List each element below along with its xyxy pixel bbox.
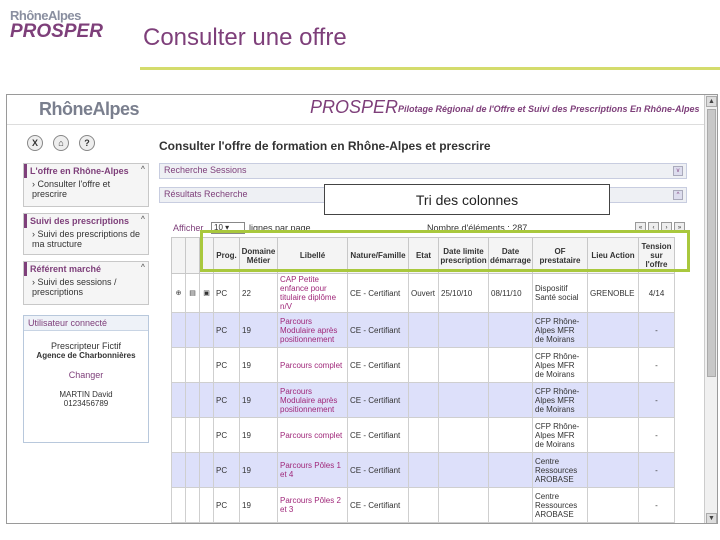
- table-row[interactable]: PC 19 Parcours Modulaire après positionn…: [171, 382, 675, 418]
- sidebar-group-suivi: Suivi des prescriptions ^ › Suivi des pre…: [23, 213, 149, 255]
- chevron-up-icon[interactable]: ^: [673, 190, 683, 200]
- scroll-down-icon[interactable]: ▼: [706, 513, 717, 523]
- offer-table: Prog. Domaine Métier Libellé Nature/Fami…: [171, 237, 675, 523]
- sidebar-item-consulter[interactable]: › Consulter l'offre et prescrire: [24, 178, 148, 200]
- chevron-up-icon[interactable]: ^: [141, 264, 145, 271]
- slide-title: Consulter une offre: [143, 24, 347, 51]
- table-row[interactable]: PC 19 Parcours complet CE - Certifiant C…: [171, 417, 675, 453]
- scroll-up-icon[interactable]: ▲: [706, 96, 717, 107]
- help-icon[interactable]: ?: [79, 135, 95, 151]
- scroll-thumb[interactable]: [707, 109, 716, 377]
- view-icon[interactable]: ⊕: [171, 273, 186, 313]
- user-panel-title: Utilisateur connecté: [24, 316, 148, 331]
- app-header-subtitle: Pilotage Régional de l'Offre et Suivi de…: [398, 104, 700, 114]
- user-agency: Agence de Charbonnières: [36, 351, 136, 360]
- app-window: RhôneAlpes PROSPER Pilotage Régional de …: [6, 94, 718, 524]
- slide-header: RhôneAlpes PROSPER Consulter une offre: [0, 0, 720, 70]
- sidebar-group-title: Suivi des prescriptions ^: [24, 214, 148, 228]
- column-highlight-box: [200, 230, 690, 272]
- app-header-region: RhôneAlpes: [39, 99, 140, 119]
- sidebar-group-title: L'offre en Rhône-Alpes ^: [24, 164, 148, 178]
- chevron-up-icon[interactable]: ^: [141, 166, 145, 173]
- change-link[interactable]: Changer: [24, 370, 148, 380]
- prescribe-icon[interactable]: ▣: [199, 273, 214, 313]
- chevron-up-icon[interactable]: ^: [141, 216, 145, 223]
- vertical-scrollbar[interactable]: ▲ ▼: [704, 95, 717, 523]
- page-title: Consulter l'offre de formation en Rhône-…: [159, 139, 491, 153]
- user-role: Prescripteur Fictif: [50, 341, 121, 351]
- sidebar: X ⌂ ? L'offre en Rhône-Alpes ^ › Consulte…: [17, 127, 149, 523]
- slide-divider: [140, 67, 720, 70]
- home-icon[interactable]: ⌂: [53, 135, 69, 151]
- logo-app: PROSPER: [10, 21, 103, 42]
- show-label: Afficher: [173, 223, 204, 233]
- search-sessions-bar[interactable]: Recherche Sessions v: [159, 163, 687, 179]
- col-action: [185, 237, 200, 274]
- table-row[interactable]: PC 19 Parcours Pôles 2 et 3 CE - Certifi…: [171, 487, 675, 523]
- slide-logo: RhôneAlpes PROSPER: [10, 8, 103, 43]
- table-row[interactable]: PC 19 Parcours Pôles 1 et 4 CE - Certifi…: [171, 452, 675, 488]
- sidebar-group-title: Référent marché ^: [24, 262, 148, 276]
- table-row[interactable]: PC 19 Parcours complet CE - Certifiant C…: [171, 347, 675, 383]
- sidebar-group-referent: Référent marché ^ › Suivi des sessions / …: [23, 261, 149, 305]
- app-header-app: PROSPER: [310, 97, 399, 117]
- user-name: MARTIN David: [59, 390, 113, 399]
- user-panel: Utilisateur connecté Prescripteur Fictif…: [23, 315, 149, 443]
- sidebar-group-offre: L'offre en Rhône-Alpes ^ › Consulter l'of…: [23, 163, 149, 207]
- table-row[interactable]: ⊕ ▤ ▣ PC 22 CAP Petite enfance pour titu…: [171, 273, 675, 313]
- col-action: [171, 237, 186, 274]
- user-phone: 0123456789: [63, 399, 109, 408]
- chevron-down-icon[interactable]: v: [673, 166, 683, 176]
- callout-tri-colonnes: Tri des colonnes: [324, 184, 610, 215]
- table-row[interactable]: PC 19 Parcours Modulaire après positionn…: [171, 312, 675, 348]
- print-icon[interactable]: ▤: [185, 273, 200, 313]
- sidebar-item-suivi[interactable]: › Suivi des prescriptions de ma structur…: [24, 228, 148, 250]
- app-header: RhôneAlpes PROSPER Pilotage Régional de …: [7, 95, 704, 125]
- close-button[interactable]: X: [27, 135, 43, 151]
- sidebar-item-sessions[interactable]: › Suivi des sessions / prescriptions: [24, 276, 148, 298]
